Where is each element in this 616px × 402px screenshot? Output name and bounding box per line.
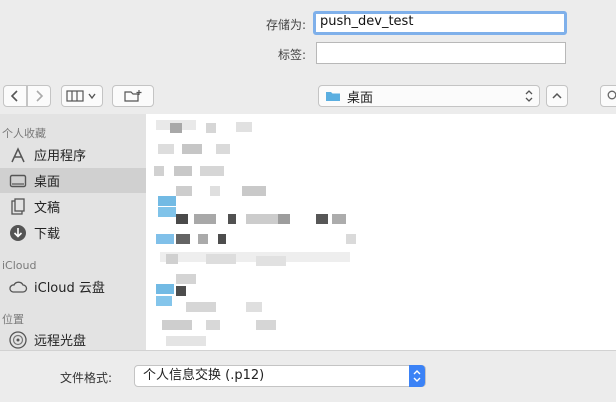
file-browser[interactable]: [146, 114, 616, 350]
new-folder-icon: [124, 90, 142, 102]
save-header: 存储为: push_dev_test 标签:: [0, 0, 616, 78]
search-field[interactable]: [600, 85, 616, 107]
save-as-input[interactable]: push_dev_test: [313, 11, 567, 35]
sidebar-item-label: 应用程序: [34, 149, 87, 164]
location-popup[interactable]: 桌面: [318, 85, 540, 107]
toolbar: 桌面: [0, 78, 616, 115]
blurred-file-list: [146, 114, 356, 350]
chevron-right-icon: [36, 90, 44, 102]
sidebar-item-documents[interactable]: 文稿: [0, 194, 146, 219]
view-mode-button[interactable]: [61, 85, 103, 107]
sidebar-item-downloads[interactable]: 下载: [0, 220, 146, 245]
sidebar-item-applications[interactable]: 应用程序: [0, 142, 146, 167]
file-format-popup[interactable]: 个人信息交换 (.p12): [134, 365, 426, 387]
folder-icon: [326, 92, 340, 101]
sidebar-item-label: 桌面: [34, 175, 61, 190]
tags-input[interactable]: [316, 42, 566, 64]
sidebar-item-label: iCloud 云盘: [34, 281, 105, 296]
file-format-value: 个人信息交换 (.p12): [143, 368, 265, 383]
forward-button[interactable]: [27, 85, 51, 107]
sidebar-item-remote-disc[interactable]: 远程光盘: [0, 327, 146, 350]
updown-arrows-icon: [525, 90, 533, 102]
new-folder-button[interactable]: [112, 85, 154, 107]
favorites-header: 个人收藏: [2, 127, 46, 140]
updown-arrows-icon: [409, 365, 425, 387]
columns-view-icon: [66, 90, 96, 102]
documents-icon: [8, 197, 28, 216]
sidebar-item-desktop[interactable]: 桌面: [0, 168, 146, 193]
sidebar-item-icloud-drive[interactable]: iCloud 云盘: [0, 274, 146, 299]
sidebar: 个人收藏 应用程序 桌面 文稿 下载 iCloud iCloud 云盘 位置 远…: [0, 114, 146, 350]
chevron-up-icon: [552, 92, 562, 99]
sidebar-item-label: 下载: [34, 227, 61, 242]
back-button[interactable]: [3, 85, 27, 107]
sidebar-item-label: 远程光盘: [34, 334, 87, 349]
locations-header: 位置: [2, 313, 24, 326]
search-icon: [607, 90, 616, 100]
downloads-icon: [8, 224, 28, 242]
applications-icon: [8, 146, 28, 163]
save-as-label: 存储为:: [265, 18, 306, 32]
sidebar-item-label: 文稿: [34, 201, 61, 216]
cloud-icon: [8, 280, 28, 294]
disc-icon: [8, 330, 28, 349]
collapse-button[interactable]: [546, 85, 568, 107]
desktop-icon: [8, 174, 28, 188]
file-format-label: 文件格式:: [60, 371, 113, 385]
location-label: 桌面: [347, 90, 374, 106]
tags-label: 标签:: [277, 48, 306, 62]
chevron-left-icon: [10, 90, 18, 102]
icloud-header: iCloud: [2, 259, 37, 272]
